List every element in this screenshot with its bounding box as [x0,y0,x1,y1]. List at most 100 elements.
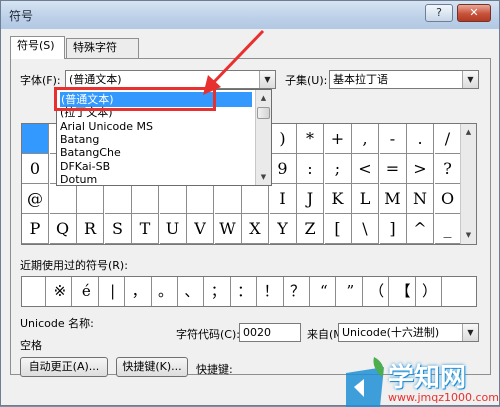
scroll-down-icon[interactable]: ▼ [256,169,271,185]
symbol-dialog: 符号 ? ✕ 符号(S) 特殊字符(P) 字体(F): (普通文本) ▼ 子集(… [0,0,500,407]
symbol-cell[interactable]: Q [49,214,77,244]
dialog-client: 符号(S) 特殊字符(P) 字体(F): (普通文本) ▼ 子集(U): 基本拉… [1,29,499,405]
subset-select[interactable]: 基本拉丁语 ▼ [329,70,479,89]
symbol-cell[interactable]: X [242,214,269,244]
symbol-cell[interactable]: V [187,214,214,244]
symbol-cell[interactable]: * [297,124,324,154]
tab-symbols[interactable]: 符号(S) [10,36,65,59]
symbol-cell[interactable]: _ [434,214,462,244]
symbol-cell[interactable]: Y [269,214,297,244]
symbol-cell[interactable]: 0 [22,154,49,184]
symbol-cell[interactable]: / [434,124,462,154]
font-select-value: (普通文本) [69,73,122,86]
symbol-cell[interactable]: - [379,124,407,154]
symbol-cell[interactable] [242,184,269,214]
symbol-cell[interactable]: @ [22,184,49,214]
symbol-cell[interactable]: . [407,124,434,154]
symbol-cell[interactable] [132,184,159,214]
chevron-down-icon[interactable]: ▼ [462,71,478,88]
recent-symbol-cell[interactable]: ？ [286,277,310,306]
recent-symbol-cell[interactable]: （ [365,277,390,306]
recent-symbol-cell[interactable]: ” [339,277,363,306]
symbol-cell[interactable]: Z [297,214,324,244]
symbol-cell[interactable]: = [379,154,407,184]
help-button[interactable]: ? [425,4,453,22]
chevron-down-icon[interactable]: ▼ [462,324,478,341]
symbol-cell[interactable]: R [77,214,104,244]
symbol-cell[interactable] [187,184,214,214]
recent-symbol-cell[interactable]: ！ [260,277,284,306]
symbol-cell[interactable]: + [324,124,352,154]
symbol-cell[interactable] [159,184,187,214]
scroll-up-icon[interactable]: ▲ [256,90,271,106]
recent-symbol-cell[interactable]: 。 [154,277,178,306]
scroll-up-icon[interactable]: ▲ [461,124,476,140]
symbol-cell[interactable] [104,184,132,214]
recent-symbol-cell[interactable]: ） [418,277,442,306]
symbol-cell[interactable]: I [269,184,297,214]
unicode-name-label: Unicode 名称: [20,317,94,330]
subset-label: 子集(U): [285,74,328,87]
scroll-down-icon[interactable]: ▼ [461,227,476,243]
recent-symbol-cell[interactable]: ； [207,277,231,306]
symbol-cell[interactable]: ? [434,154,462,184]
close-button[interactable]: ✕ [457,4,491,22]
unicode-name-value: 空格 [20,339,42,352]
recent-symbol-cell[interactable]: “ [312,277,337,306]
symbol-cell[interactable]: S [104,214,132,244]
symbol-cell[interactable]: > [407,154,434,184]
font-dropdown-list[interactable]: (普通文本) (拉丁文本) Arial Unicode MS Batang Batang… [56,89,272,186]
symbol-cell[interactable]: O [434,184,462,214]
font-dropdown-scrollbar[interactable]: ▲ ▼ [255,90,271,185]
font-label: 字体(F): [20,74,61,87]
font-option[interactable]: Dotum [60,172,97,185]
symbol-cell[interactable]: U [159,214,187,244]
symbol-cell[interactable]: N [407,184,434,214]
symbol-cell[interactable]: K [324,184,352,214]
watermark-brand: 学知网 [388,363,467,393]
symbol-cell[interactable]: M [379,184,407,214]
recent-symbol-cell[interactable] [22,277,46,306]
symbol-cell[interactable]: 9 [269,154,297,184]
recent-symbols-label: 近期使用过的符号(R): [20,259,128,272]
symbol-grid-scrollbar[interactable]: ▲ ▼ [460,124,476,244]
subset-select-value: 基本拉丁语 [333,73,388,86]
scroll-thumb[interactable] [257,107,270,119]
recent-symbol-cell[interactable]: ， [128,277,152,306]
symbol-cell[interactable]: [ [324,214,352,244]
char-code-label: 字符代码(C): [176,328,240,341]
autocorrect-button[interactable]: 自动更正(A)... [20,357,108,377]
symbol-cell[interactable]: ) [269,124,297,154]
symbol-cell[interactable] [49,184,77,214]
symbol-cell[interactable]: T [132,214,159,244]
symbol-cell[interactable]: W [214,214,242,244]
recent-symbol-cell[interactable]: 【 [392,277,416,306]
symbol-cell[interactable] [77,184,104,214]
chevron-down-icon[interactable]: ▼ [259,71,275,88]
char-code-input[interactable]: 0020 [239,323,301,342]
symbol-cell[interactable]: : [297,154,324,184]
symbol-cell[interactable]: J [297,184,324,214]
recent-symbol-cell[interactable]: ※ [48,277,73,306]
from-select[interactable]: Unicode(十六进制) ▼ [338,323,479,342]
recent-symbol-cell[interactable]: é [75,277,99,306]
symbol-cell[interactable]: ; [324,154,352,184]
tab-special-characters[interactable]: 特殊字符(P) [66,38,139,72]
symbol-cell[interactable] [22,124,49,154]
symbol-cell[interactable] [214,184,242,214]
symbol-cell[interactable]: ^ [407,214,434,244]
recent-symbol-cell[interactable]: ： [233,277,258,306]
symbol-cell[interactable]: \ [352,214,379,244]
symbol-cell[interactable]: < [352,154,379,184]
symbol-cell[interactable]: , [352,124,379,154]
symbol-cell[interactable]: L [352,184,379,214]
symbol-cell[interactable]: P [22,214,49,244]
shortcut-key-button[interactable]: 快捷键(K)... [116,357,188,377]
window-title: 符号 [9,9,34,23]
recent-symbol-cell[interactable]: | [101,277,126,306]
title-bar[interactable]: 符号 ? ✕ [1,1,499,29]
symbol-cell[interactable]: ] [379,214,407,244]
watermark-url: www.jmqz1000.com [388,391,499,404]
font-select[interactable]: (普通文本) ▼ [65,70,276,89]
recent-symbol-cell[interactable]: 、 [180,277,205,306]
